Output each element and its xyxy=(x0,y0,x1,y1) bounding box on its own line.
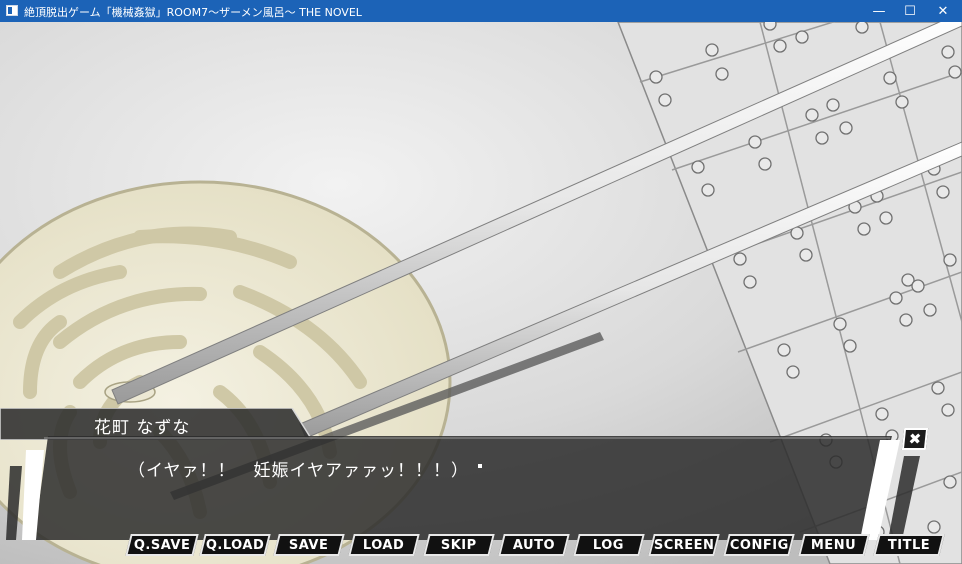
message-window xyxy=(0,436,962,546)
close-window-button[interactable]: ✕ xyxy=(927,0,959,22)
maximize-button[interactable]: ☐ xyxy=(894,0,926,22)
title-button[interactable]: TITLE xyxy=(873,534,945,556)
qload-button[interactable]: Q.LOAD xyxy=(199,534,271,556)
hide-window-button[interactable]: ✖ xyxy=(901,428,929,450)
screen-button[interactable]: SCREEN xyxy=(648,534,720,556)
text-advance-cursor xyxy=(478,464,482,468)
minimize-button[interactable]: — xyxy=(863,0,895,22)
qsave-button[interactable]: Q.SAVE xyxy=(125,534,199,556)
config-button[interactable]: CONFIG xyxy=(723,534,795,556)
window-titlebar: 絶頂脱出ゲーム「機械姦獄」ROOM7〜ザーメン風呂〜 THE NOVEL — ☐… xyxy=(0,0,962,22)
app-icon xyxy=(6,5,18,16)
menu-button[interactable]: MENU xyxy=(798,534,870,556)
auto-button[interactable]: AUTO xyxy=(498,534,570,556)
save-button[interactable]: SAVE xyxy=(273,534,345,556)
speaker-name: 花町 なずな xyxy=(94,418,191,438)
window-title: 絶頂脱出ゲーム「機械姦獄」ROOM7〜ザーメン風呂〜 THE NOVEL xyxy=(24,6,362,19)
dialogue-text: （イヤァ！！ 妊娠イヤアァァッ！！！） xyxy=(128,461,469,481)
load-button[interactable]: LOAD xyxy=(348,534,420,556)
quick-menu-bar: Q.SAVE Q.LOAD SAVE LOAD SKIP AUTO LOG SC… xyxy=(124,534,954,558)
log-button[interactable]: LOG xyxy=(573,534,645,556)
skip-button[interactable]: SKIP xyxy=(423,534,495,556)
